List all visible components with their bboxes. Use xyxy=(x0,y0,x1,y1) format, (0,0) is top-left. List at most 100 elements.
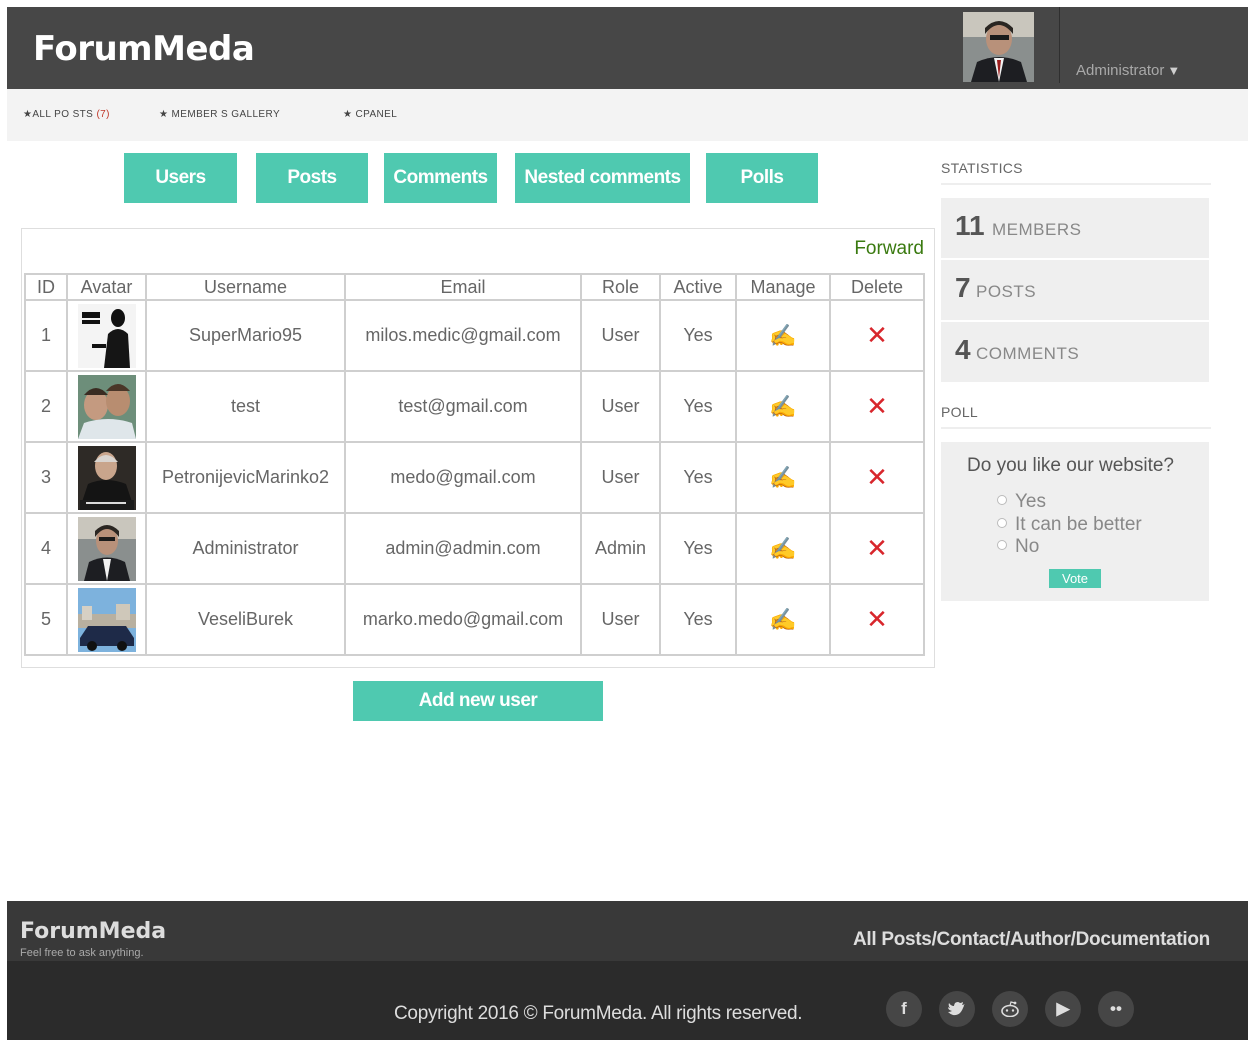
radio-button[interactable] xyxy=(997,518,1007,528)
delete-icon[interactable]: ✕ xyxy=(866,533,888,563)
cell-delete: ✕ xyxy=(829,299,925,372)
footer-tagline: Feel free to ask anything. xyxy=(20,947,144,959)
chevron-down-icon: ▼ xyxy=(1167,63,1181,78)
avatar[interactable] xyxy=(77,374,136,439)
radio-button[interactable] xyxy=(997,495,1007,505)
delete-icon[interactable]: ✕ xyxy=(866,391,888,421)
nav-all-posts-label: ★ALL PO STS xyxy=(23,109,94,120)
cell-avatar xyxy=(66,583,147,656)
footer-link-documentation[interactable]: Documentation xyxy=(1076,929,1211,950)
tab-nested-comments[interactable]: Nested comments xyxy=(515,153,690,203)
cell-email: milos.medic@gmail.com xyxy=(344,299,582,372)
cell-username: test xyxy=(145,370,346,443)
radio-button[interactable] xyxy=(997,540,1007,550)
delete-icon[interactable]: ✕ xyxy=(866,462,888,492)
brand-logo[interactable]: ForumMeda xyxy=(33,29,255,69)
cell-email: medo@gmail.com xyxy=(344,441,582,514)
cell-avatar xyxy=(66,299,147,372)
nav-cpanel[interactable]: ★ CPANEL xyxy=(343,109,397,120)
footer-top: ForumMeda Feel free to ask anything. All… xyxy=(7,901,1248,961)
cell-active: Yes xyxy=(659,583,737,656)
col-avatar: Avatar xyxy=(66,273,147,301)
poll-widget: Do you like our website? Yes It can be b… xyxy=(941,442,1209,601)
cell-delete: ✕ xyxy=(829,441,925,514)
cell-active: Yes xyxy=(659,512,737,585)
cell-email: test@gmail.com xyxy=(344,370,582,443)
poll-option-no[interactable]: No xyxy=(997,536,1039,558)
cell-active: Yes xyxy=(659,299,737,372)
cell-username: Administrator xyxy=(145,512,346,585)
table-row: 2 test test@gmail.com User Yes ✍ ✕ xyxy=(24,370,925,443)
youtube-icon[interactable]: ▶ xyxy=(1045,991,1081,1027)
col-email: Email xyxy=(344,273,582,301)
copyright-text: Copyright 2016 © ForumMeda. All rights r… xyxy=(394,1003,803,1024)
stat-comments-value: 4 xyxy=(955,334,971,365)
table-row: 3 PetronijevicMarinko2 medo@gmail.com Us… xyxy=(24,441,925,514)
header-divider xyxy=(1059,7,1060,83)
col-manage: Manage xyxy=(735,273,831,301)
delete-icon[interactable]: ✕ xyxy=(866,604,888,634)
table-row: 4 Administrator admin@admin.com Admin Ye… xyxy=(24,512,925,585)
avatar[interactable] xyxy=(77,516,136,581)
cell-manage: ✍ xyxy=(735,512,831,585)
users-panel: Forward ID Avatar Username Email Role Ac… xyxy=(21,228,935,668)
edit-hand-icon[interactable]: ✍ xyxy=(769,394,796,419)
footer-link-all-posts[interactable]: All Posts/ xyxy=(853,929,937,950)
cell-username: VeseliBurek xyxy=(145,583,346,656)
footer-bottom: Copyright 2016 © ForumMeda. All rights r… xyxy=(7,961,1248,1040)
cell-active: Yes xyxy=(659,441,737,514)
cell-manage: ✍ xyxy=(735,370,831,443)
table-header-row: ID Avatar Username Email Role Active Man… xyxy=(24,273,925,301)
cell-id: 2 xyxy=(24,370,68,443)
flickr-icon[interactable]: •• xyxy=(1098,991,1134,1027)
poll-option-better[interactable]: It can be better xyxy=(997,514,1142,536)
tab-polls[interactable]: Polls xyxy=(706,153,818,203)
add-new-user-button[interactable]: Add new user xyxy=(353,681,603,721)
delete-icon[interactable]: ✕ xyxy=(866,320,888,350)
edit-hand-icon[interactable]: ✍ xyxy=(769,536,796,561)
edit-hand-icon[interactable]: ✍ xyxy=(769,607,796,632)
tab-posts[interactable]: Posts xyxy=(256,153,368,203)
twitter-icon[interactable] xyxy=(939,991,975,1027)
cell-delete: ✕ xyxy=(829,370,925,443)
cell-role: User xyxy=(580,583,661,656)
vote-button[interactable]: Vote xyxy=(1049,569,1101,588)
cell-delete: ✕ xyxy=(829,512,925,585)
edit-hand-icon[interactable]: ✍ xyxy=(769,323,796,348)
nav-all-posts[interactable]: ★ALL PO STS (7) xyxy=(23,109,110,120)
user-avatar[interactable] xyxy=(963,12,1034,82)
reddit-icon[interactable] xyxy=(992,991,1028,1027)
table-row: 1 SuperMario95 milos.medic@gmail.com Use… xyxy=(24,299,925,372)
poll-heading: POLL xyxy=(941,404,978,420)
footer-link-author[interactable]: Author/ xyxy=(1010,929,1076,950)
tab-users[interactable]: Users xyxy=(124,153,237,203)
cell-avatar xyxy=(66,441,147,514)
forward-link[interactable]: Forward xyxy=(854,238,924,260)
nav-members-gallery[interactable]: ★ MEMBER S GALLERY xyxy=(159,109,280,120)
table-row: 5 VeseliBurek marko.medo@gmail.com User … xyxy=(24,583,925,656)
edit-hand-icon[interactable]: ✍ xyxy=(769,465,796,490)
col-username: Username xyxy=(145,273,346,301)
cell-active: Yes xyxy=(659,370,737,443)
poll-option-label: No xyxy=(1015,536,1040,557)
cell-username: PetronijevicMarinko2 xyxy=(145,441,346,514)
user-menu-dropdown[interactable]: Administrator ▼ xyxy=(1076,62,1180,79)
user-menu-label: Administrator xyxy=(1076,62,1165,79)
cell-role: Admin xyxy=(580,512,661,585)
facebook-icon[interactable]: f xyxy=(886,991,922,1027)
avatar[interactable] xyxy=(77,445,136,510)
stat-comments-label: COMMENTS xyxy=(976,344,1080,363)
cell-manage: ✍ xyxy=(735,299,831,372)
users-table: ID Avatar Username Email Role Active Man… xyxy=(24,273,925,656)
tab-comments[interactable]: Comments xyxy=(384,153,497,203)
cell-email: marko.medo@gmail.com xyxy=(344,583,582,656)
avatar[interactable] xyxy=(77,587,136,652)
poll-option-yes[interactable]: Yes xyxy=(997,491,1046,513)
stat-members-value: 11 xyxy=(955,210,985,241)
cell-delete: ✕ xyxy=(829,583,925,656)
footer-link-contact[interactable]: Contact/ xyxy=(937,929,1011,950)
avatar[interactable] xyxy=(77,303,136,368)
footer-links: All Posts/Contact/Author/Documentation xyxy=(853,929,1210,951)
cell-id: 1 xyxy=(24,299,68,372)
stat-posts-label: POSTS xyxy=(976,282,1037,301)
